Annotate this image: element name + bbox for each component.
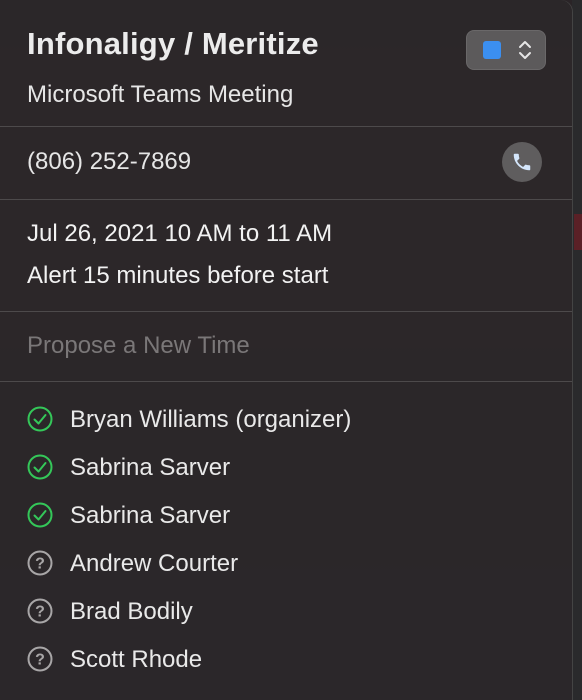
attendee-row[interactable]: ? Andrew Courter (27, 548, 547, 578)
attendee-name: Andrew Courter (70, 550, 239, 577)
attendee-row[interactable]: Sabrina Sarver (27, 452, 547, 482)
attendee-name: Bryan Williams (organizer) (70, 406, 352, 433)
attendee-row[interactable]: ? Scott Rhode (27, 644, 547, 674)
background-event-block (574, 214, 582, 250)
attendee-row[interactable]: ? Brad Bodily (27, 596, 547, 626)
chevron-up-down-icon (519, 41, 531, 59)
event-header: Infonaligy / Meritize Microsoft Teams Me… (0, 0, 572, 127)
attendee-row[interactable]: Bryan Williams (organizer) (27, 404, 547, 434)
event-popover: Infonaligy / Meritize Microsoft Teams Me… (0, 0, 572, 700)
propose-new-time-button[interactable]: Propose a New Time (27, 332, 250, 360)
accepted-check-icon (27, 502, 53, 528)
question-mark-icon: ? (27, 598, 53, 624)
question-mark-icon: ? (27, 550, 53, 576)
accepted-check-icon (27, 454, 53, 480)
calendar-color-swatch (483, 41, 501, 59)
phone-number[interactable]: (806) 252-7869 (27, 148, 191, 176)
phone-section: (806) 252-7869 (0, 127, 572, 200)
event-date-time[interactable]: Jul 26, 2021 10 AM to 11 AM (27, 220, 332, 248)
propose-section: Propose a New Time (0, 312, 572, 382)
call-button[interactable] (502, 142, 542, 182)
attendee-row[interactable]: Sabrina Sarver (27, 500, 547, 530)
svg-text:?: ? (35, 604, 45, 621)
background-window-edge (572, 0, 582, 700)
event-title[interactable]: Infonaligy / Meritize (27, 26, 319, 62)
event-location[interactable]: Microsoft Teams Meeting (27, 81, 293, 109)
schedule-section: Jul 26, 2021 10 AM to 11 AM Alert 15 min… (0, 200, 572, 312)
svg-text:?: ? (35, 556, 45, 573)
phone-icon (513, 153, 531, 171)
question-mark-icon: ? (27, 646, 53, 672)
svg-text:?: ? (35, 652, 45, 669)
attendee-name: Brad Bodily (70, 598, 193, 625)
attendee-name: Sabrina Sarver (70, 502, 231, 529)
calendar-picker[interactable] (466, 30, 546, 70)
event-alert[interactable]: Alert 15 minutes before start (27, 262, 328, 290)
accepted-check-icon (27, 406, 53, 432)
attendee-name: Scott Rhode (70, 646, 203, 673)
attendee-name: Sabrina Sarver (70, 454, 231, 481)
